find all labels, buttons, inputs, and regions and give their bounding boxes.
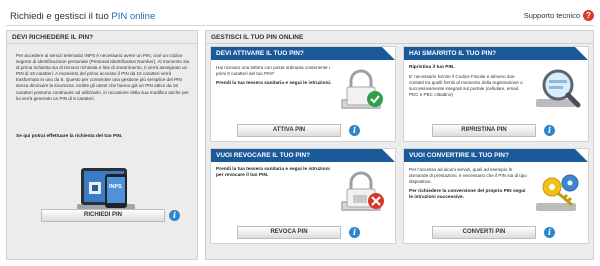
convert-pin-text: Per l'accesso ad alcuni servizi, quali a… [409,167,527,201]
info-icon[interactable]: i [349,125,360,136]
padlock-check-icon [341,69,383,109]
info-icon[interactable]: i [544,227,555,238]
revoke-pin-instruction: Prendi la tua tessera sanitaria e segui … [216,167,330,178]
page-title-accent: PIN online [111,11,156,22]
support-link[interactable]: Supporto tecnico ? [524,10,594,21]
revoke-pin-title: VUOI REVOCARE IL TUO PIN? [211,149,395,162]
manage-pin-heading: GESTISCI IL TUO PIN ONLINE [206,31,593,44]
convert-pin-title: VUOI CONVERTIRE IL TUO PIN? [404,149,588,162]
activate-pin-description: Hai ricevuto una lettera con posta ordin… [216,65,330,76]
devices-illustration: INPS [77,168,135,210]
request-pin-instruction: Se qui potrai effettuare la richiesta de… [16,134,123,139]
restore-pin-card: HAI SMARRITO IL TUO PIN? Ripristina il t… [403,46,589,142]
convert-pin-card: VUOI CONVERTIRE IL TUO PIN? Per l'access… [403,148,589,244]
padlock-delete-icon [341,171,384,211]
activate-pin-instruction: Prendi la tua tessera sanitaria e segui … [216,81,332,86]
request-pin-description: Per accedere ai servizi telematici INPS … [16,53,190,101]
request-pin-heading: DEVI RICHIEDERE IL PIN? [7,31,197,44]
info-icon[interactable]: i [169,210,180,221]
request-pin-panel: DEVI RICHIEDERE IL PIN? Per accedere ai … [6,30,198,260]
revoke-pin-text: Prendi la tua tessera sanitaria e segui … [216,167,334,179]
inps-screen-label: INPS [109,184,122,190]
magnifier-icon [536,69,581,108]
request-pin-button[interactable]: RICHIEDI PIN [41,209,165,222]
revoke-pin-card: VUOI REVOCARE IL TUO PIN? Prendi la tua … [210,148,396,244]
activate-pin-button[interactable]: ATTIVA PIN [237,124,341,137]
support-label[interactable]: Supporto tecnico [524,11,580,20]
page-title: Richiedi e gestisci il tuo PIN online [10,11,155,22]
revoke-pin-button[interactable]: REVOCA PIN [237,226,341,239]
page-title-prefix: Richiedi e gestisci il tuo [10,11,112,22]
keys-icon [536,174,579,211]
restore-pin-text: Ripristina il tuo PIN. E' necessario for… [409,65,527,98]
restore-pin-instruction: Ripristina il tuo PIN. [409,65,455,70]
convert-pin-button[interactable]: CONVERTI PIN [432,226,536,239]
info-icon[interactable]: i [544,125,555,136]
activate-pin-card: DEVI ATTIVARE IL TUO PIN? Hai ricevuto u… [210,46,396,142]
activate-pin-title: DEVI ATTIVARE IL TUO PIN? [211,47,395,60]
question-icon[interactable]: ? [583,10,594,21]
convert-pin-instruction: Per richiedere la conversione del propri… [409,189,526,200]
manage-pin-panel: GESTISCI IL TUO PIN ONLINE DEVI ATTIVARE… [205,30,594,260]
restore-pin-title: HAI SMARRITO IL TUO PIN? [404,47,588,60]
restore-pin-description: E' necessario fornire il Codice Fiscale … [409,74,523,97]
page-header: Richiedi e gestisci il tuo PIN online Su… [6,6,594,26]
convert-pin-description: Per l'accesso ad alcuni servizi, quali a… [409,167,527,184]
restore-pin-button[interactable]: RIPRISTINA PIN [432,124,536,137]
info-icon[interactable]: i [349,227,360,238]
activate-pin-text: Hai ricevuto una lettera con posta ordin… [216,65,334,87]
